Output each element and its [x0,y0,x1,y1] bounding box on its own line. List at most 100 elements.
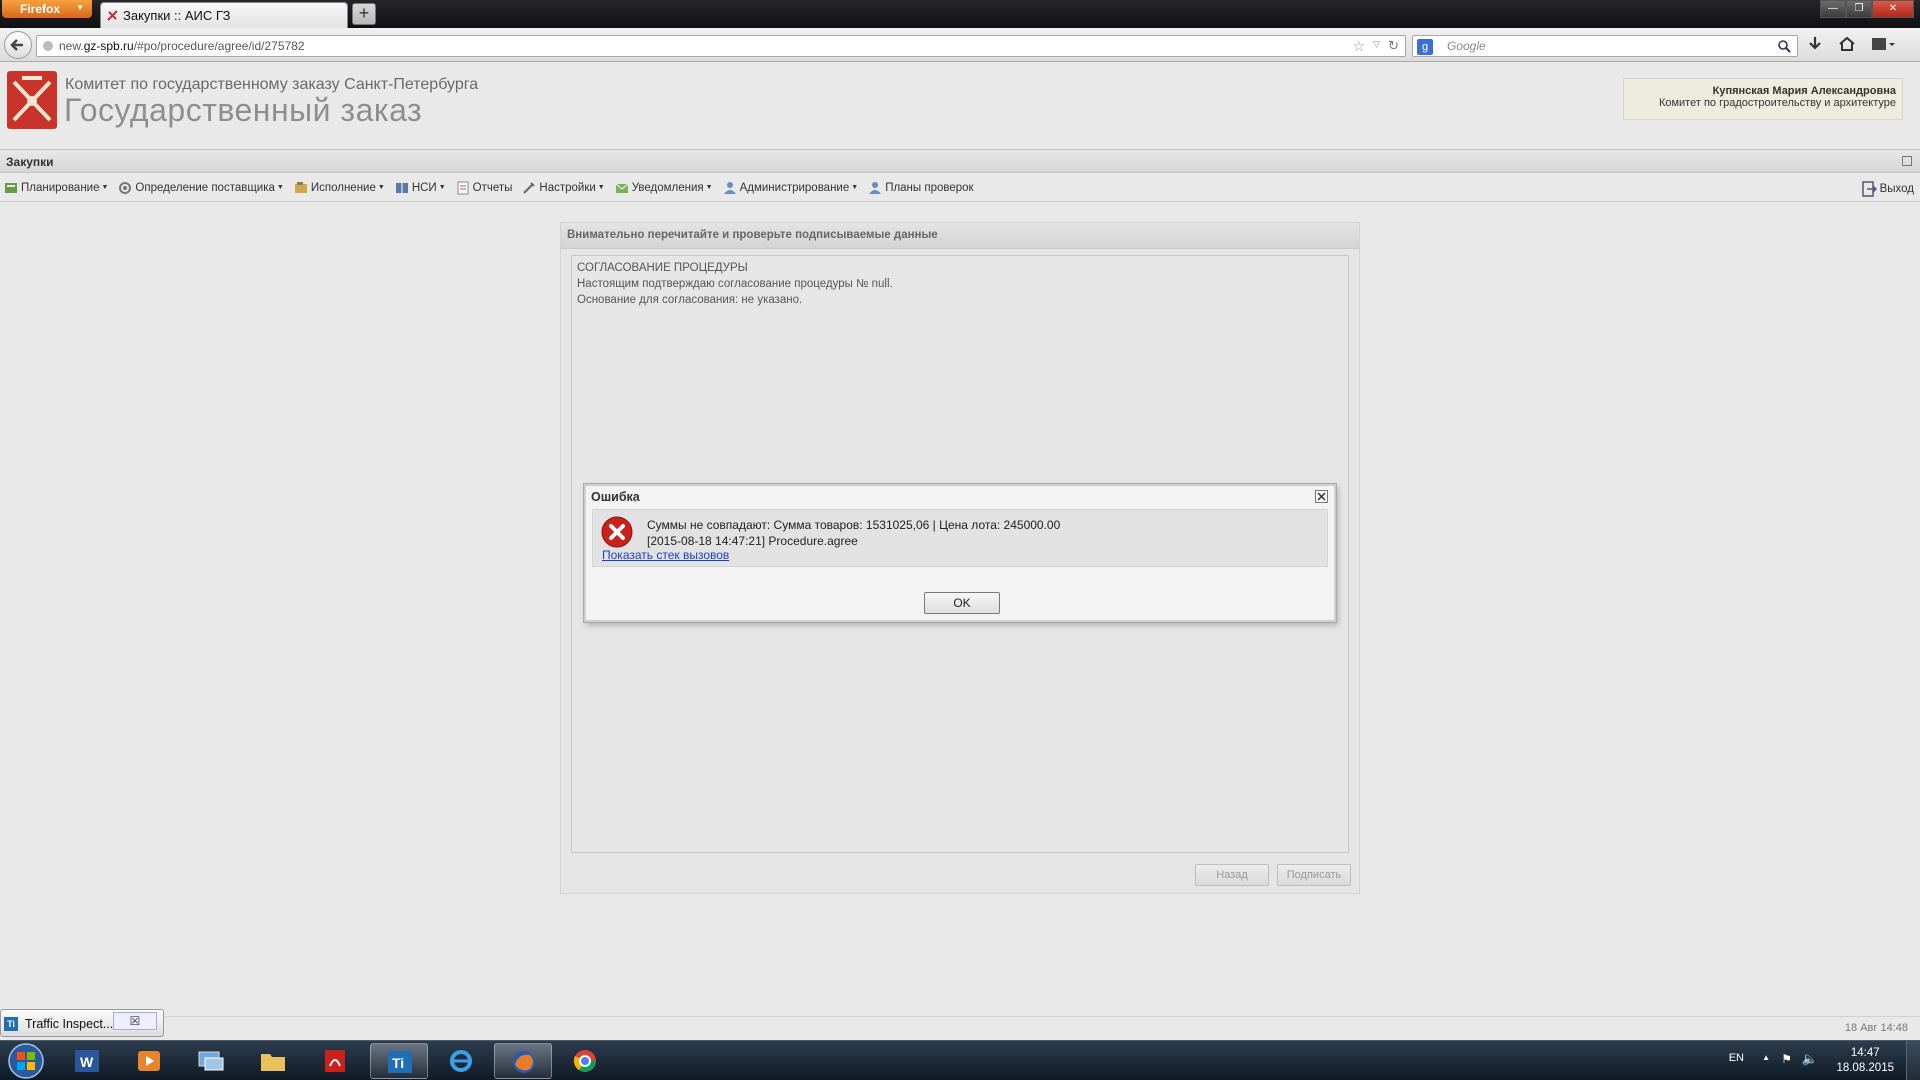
menu-item-label: Планирование [21,181,100,194]
sign-panel-title: Внимательно перечитайте и проверьте подп… [561,223,1359,249]
taskbar-word[interactable]: W [58,1043,116,1079]
traffic-inspector-label: Traffic Inspect... [25,1017,114,1031]
show-stack-link[interactable]: Показать стек вызовов [602,548,729,562]
taskbar-traffic-inspector[interactable]: Ti [370,1043,428,1079]
report-icon [457,181,469,194]
menu-item-planning[interactable]: Планирование ▼ [4,181,108,195]
search-placeholder: Google [1447,39,1486,53]
back-nav-button[interactable]: Назад [1195,864,1269,886]
user-info-box: Купянская Мария Александровна Комитет по… [1623,78,1903,120]
clock-date: 18.08.2015 [1836,1062,1894,1074]
bookmark-star-icon[interactable]: ☆ [1353,39,1366,53]
menu-item-reports[interactable]: Отчеты [456,181,512,195]
error-message: Суммы не совпадают: Сумма товаров: 15310… [647,517,1060,549]
collapse-icon[interactable] [1902,156,1912,166]
exit-icon [1861,181,1877,197]
history-dropdown-icon[interactable]: ▽ [1373,39,1380,53]
taskbar-explorer[interactable] [244,1043,302,1079]
menu-item-notifications[interactable]: Уведомления ▼ [615,181,713,195]
address-bar[interactable]: new.gz-spb.ru/#po/procedure/agree/id/275… [36,35,1406,57]
traffic-inspector-icon: Ti [388,1051,412,1073]
new-tab-button[interactable]: + [352,3,376,25]
close-window-button[interactable]: ✕ [1872,0,1914,18]
url-prefix: new. [59,39,84,53]
menu-item-execution[interactable]: Исполнение ▼ [294,181,385,195]
menu-item-supplier-selection[interactable]: Определение поставщика ▼ [118,181,284,195]
language-indicator[interactable]: EN [1729,1052,1744,1064]
user-organization: Комитет по градостроительству и архитект… [1658,97,1896,109]
inspection-plan-icon [869,181,882,194]
error-detail-text: [2015-08-18 14:47:21] Procedure.agree [647,534,858,548]
main-menu: Планирование ▼ Определение поставщика ▼ Ис… [0,174,1920,202]
taskbar-internet-explorer[interactable] [432,1043,490,1079]
traffic-inspector-close-button[interactable]: ☒ [113,1012,157,1030]
download-icon[interactable] [1806,35,1824,53]
window-controls: — ❐ ✕ [1820,0,1914,18]
toolbar-buttons [1806,35,1896,53]
firefox-menu-button[interactable]: Firefox ▼ [2,0,92,18]
word-icon: W [75,1050,99,1072]
home-icon[interactable] [1838,35,1856,53]
chevron-down-icon: ▼ [377,184,385,191]
menu-item-settings[interactable]: Настройки ▼ [522,181,605,195]
back-arrow-icon [10,39,23,51]
section-header: Закупки [0,149,1920,173]
error-dialog-body: Суммы не совпадают: Сумма товаров: 15310… [592,509,1328,567]
user-name: Купянская Мария Александровна [1712,85,1896,97]
traffic-inspector-window[interactable]: Ti Traffic Inspect... ☒ [0,1009,164,1037]
menu-item-label: Планы проверок [885,181,974,194]
firefox-icon [513,1051,535,1073]
bookmarks-menu-icon[interactable] [1870,35,1896,53]
sign-button[interactable]: Подписать [1277,864,1351,886]
url-path: /#po/procedure/agree/id/275782 [133,39,305,53]
admin-user-icon [723,181,736,194]
chevron-down-icon: ▼ [705,184,713,191]
url-domain: gz-spb.ru [83,39,134,53]
clock[interactable]: 14:47 18.08.2015 [1836,1046,1894,1076]
chevron-down-icon: ▼ [438,184,446,191]
exit-button[interactable]: Выход [1861,181,1914,197]
media-player-icon [138,1051,160,1071]
supplier-icon [119,181,132,194]
sign-line: Настоящим подтверждаю согласование проце… [577,278,893,290]
tab-favicon-icon [107,10,118,21]
action-center-icon[interactable]: ⚑ [1781,1052,1792,1066]
taskbar-media-player[interactable] [120,1043,178,1079]
volume-icon[interactable]: 🔈 [1802,1051,1818,1067]
taskbar-chrome[interactable] [556,1043,614,1079]
notification-icon [615,183,629,193]
magnifier-icon[interactable] [1777,39,1791,53]
menu-item-inspection-plans[interactable]: Планы проверок [868,181,974,195]
menu-item-nsi[interactable]: НСИ ▼ [395,181,446,195]
menu-item-label: НСИ [411,181,437,194]
url-actions: ☆ ▽ ↻ [1353,39,1399,54]
execution-icon [294,181,307,193]
internet-explorer-icon [450,1050,472,1072]
reload-icon[interactable]: ↻ [1388,39,1399,53]
show-desktop-button[interactable] [1906,1041,1920,1080]
taskbar-acrobat[interactable] [306,1043,364,1079]
google-search-icon[interactable]: g [1417,39,1433,55]
settings-icon [523,181,536,194]
tray-expand-icon[interactable]: ▲ [1762,1053,1770,1062]
menu-item-administration[interactable]: Администрирование ▼ [723,181,858,195]
browser-tab[interactable]: Закупки :: АИС ГЗ [100,2,348,28]
restore-button[interactable]: ❐ [1846,0,1872,18]
ok-button[interactable]: OK [924,592,1000,614]
taskbar-remote-desktop[interactable] [182,1043,240,1079]
menu-item-label: Настройки [539,181,596,194]
tab-title: Закупки :: АИС ГЗ [123,8,231,23]
dialog-close-button[interactable] [1315,490,1328,503]
back-button[interactable] [4,31,32,59]
close-icon [1317,492,1326,501]
exit-label: Выход [1879,183,1914,195]
minimize-button[interactable]: — [1820,0,1846,18]
start-button[interactable] [6,1042,46,1080]
clock-time: 14:47 [1850,1047,1880,1059]
menu-item-label: Определение поставщика [135,181,275,194]
traffic-inspector-icon: Ti [4,1017,18,1031]
search-bar[interactable]: g Google [1412,35,1798,57]
error-message-text: Суммы не совпадают: Сумма товаров: 15310… [647,518,1061,532]
svg-text:Ti: Ti [392,1055,404,1071]
taskbar-firefox[interactable] [494,1043,552,1079]
